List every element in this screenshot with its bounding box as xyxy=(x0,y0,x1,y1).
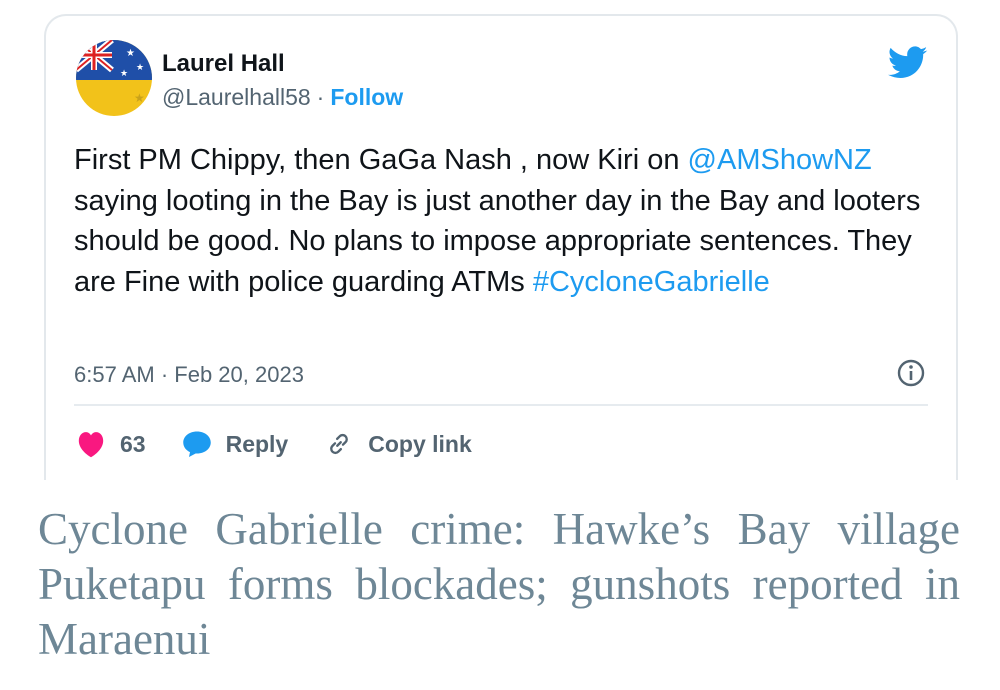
tweet-text-part-2: saying looting in the Bay is just anothe… xyxy=(74,184,921,298)
divider xyxy=(74,404,928,406)
follow-button[interactable]: Follow xyxy=(330,84,403,110)
heart-icon xyxy=(78,432,104,458)
twitter-bird-icon[interactable] xyxy=(888,46,928,80)
separator-dot: · xyxy=(316,84,325,110)
svg-text:★: ★ xyxy=(134,91,145,105)
flag-avatar-image: ★ ★ ★ ★ xyxy=(76,40,152,116)
mention-link[interactable]: @AMShowNZ xyxy=(688,144,872,176)
like-button[interactable]: 63 xyxy=(76,430,146,458)
tweet-timestamp[interactable]: 6:57 AM · Feb 20, 2023 xyxy=(74,362,304,388)
info-icon[interactable] xyxy=(896,358,926,388)
tweet-text: First PM Chippy, then GaGa Nash , now Ki… xyxy=(74,140,944,302)
tweet-actions: 63 Reply Copy link xyxy=(76,424,508,464)
svg-text:★: ★ xyxy=(136,62,144,72)
likes-count: 63 xyxy=(120,430,146,457)
embedded-tweet-card[interactable]: ★ ★ ★ ★ Laurel Hall @Laurelhall58 · Follow… xyxy=(44,14,958,480)
author-name[interactable]: Laurel Hall xyxy=(162,50,285,78)
author-handle[interactable]: @Laurelhall58 xyxy=(162,84,311,110)
reply-button[interactable]: Reply xyxy=(182,430,289,458)
svg-text:★: ★ xyxy=(126,48,135,59)
handle-row: @Laurelhall58 · Follow xyxy=(162,84,403,111)
reply-label: Reply xyxy=(225,430,289,457)
tweet-text-part-1: First PM Chippy, then GaGa Nash , now Ki… xyxy=(74,144,688,176)
article-headline[interactable]: Cyclone Gabrielle crime: Hawke’s Bay vil… xyxy=(38,502,960,667)
svg-text:★: ★ xyxy=(120,68,128,78)
avatar[interactable]: ★ ★ ★ ★ xyxy=(76,40,152,116)
copy-link-label: Copy link xyxy=(368,430,472,457)
reply-bubble-icon xyxy=(182,431,211,457)
link-icon xyxy=(330,433,349,455)
hashtag-link[interactable]: #CycloneGabrielle xyxy=(533,266,770,298)
copy-link-button[interactable]: Copy link xyxy=(324,430,472,458)
